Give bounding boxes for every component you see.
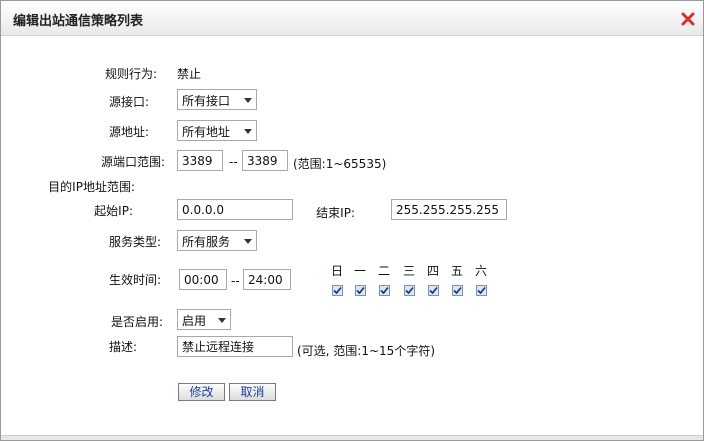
service-type-select[interactable]: 所有服务 — [177, 230, 257, 251]
chevron-down-icon — [244, 129, 252, 134]
day-label-mon: 一 — [353, 264, 366, 278]
checkmark-icon — [405, 286, 414, 295]
chevron-down-icon — [218, 318, 226, 323]
rule-action-label: 规则行为: — [104, 67, 157, 81]
destination-ip-range-label: 目的IP地址范围: — [48, 180, 135, 194]
day-checkbox-sat[interactable] — [476, 285, 487, 296]
edit-outbound-policy-dialog: 编辑出站通信策略列表 规则行为: 禁止 源接口: 所有接口 源地址: 所有地址 … — [0, 0, 704, 441]
time-start-input[interactable] — [179, 269, 227, 290]
day-checkbox-tue[interactable] — [379, 285, 390, 296]
day-label-tue: 二 — [377, 264, 390, 278]
day-label-thu: 四 — [426, 264, 439, 278]
end-ip-input[interactable] — [391, 199, 507, 220]
source-port-end-input[interactable] — [242, 150, 288, 171]
checkmark-icon — [333, 286, 342, 295]
end-ip-label: 结束IP: — [316, 206, 355, 220]
checkmark-icon — [429, 286, 438, 295]
enabled-label: 是否启用: — [110, 315, 163, 329]
source-address-selected: 所有地址 — [182, 125, 231, 139]
source-address-select[interactable]: 所有地址 — [177, 120, 257, 141]
day-checkbox-wed[interactable] — [404, 285, 415, 296]
start-ip-input[interactable] — [177, 199, 293, 220]
dialog-bottom-edge — [1, 435, 703, 440]
time-separator: -- — [231, 274, 240, 288]
checkmark-icon — [356, 286, 365, 295]
source-interface-selected: 所有接口 — [182, 94, 231, 108]
service-type-selected: 所有服务 — [182, 235, 231, 249]
day-checkbox-mon[interactable] — [355, 285, 366, 296]
source-port-start-input[interactable] — [177, 150, 223, 171]
effective-time-label: 生效时间: — [108, 273, 161, 287]
day-label-sun: 日 — [330, 264, 343, 278]
source-address-label: 源地址: — [108, 125, 149, 139]
day-checkbox-fri[interactable] — [452, 285, 463, 296]
enabled-selected: 启用 — [182, 314, 207, 328]
checkmark-icon — [380, 286, 389, 295]
description-hint: (可选, 范围:1~15个字符) — [297, 344, 435, 358]
service-type-label: 服务类型: — [108, 235, 161, 249]
checkmark-icon — [453, 286, 462, 295]
source-port-range-label: 源端口范围: — [100, 155, 165, 169]
day-checkbox-thu[interactable] — [428, 285, 439, 296]
source-interface-select[interactable]: 所有接口 — [177, 89, 257, 110]
dialog-title: 编辑出站通信策略列表 — [13, 14, 144, 29]
dialog-titlebar: 编辑出站通信策略列表 — [1, 1, 703, 36]
time-end-input[interactable] — [243, 269, 291, 290]
close-icon[interactable] — [681, 12, 695, 26]
day-label-sat: 六 — [474, 264, 487, 278]
start-ip-label: 起始IP: — [94, 204, 133, 218]
description-input[interactable] — [177, 336, 293, 357]
source-port-hint: (范围:1~65535) — [293, 157, 387, 171]
chevron-down-icon — [244, 239, 252, 244]
source-interface-label: 源接口: — [108, 95, 149, 109]
modify-button[interactable]: 修改 — [178, 383, 225, 401]
checkmark-icon — [477, 286, 486, 295]
source-port-separator: -- — [229, 155, 238, 169]
rule-action-value: 禁止 — [177, 67, 202, 81]
day-label-fri: 五 — [450, 264, 463, 278]
enabled-select[interactable]: 启用 — [177, 309, 231, 330]
day-label-wed: 三 — [402, 264, 415, 278]
description-label: 描述: — [108, 340, 137, 354]
chevron-down-icon — [244, 98, 252, 103]
cancel-button[interactable]: 取消 — [229, 383, 276, 401]
day-checkbox-sun[interactable] — [332, 285, 343, 296]
